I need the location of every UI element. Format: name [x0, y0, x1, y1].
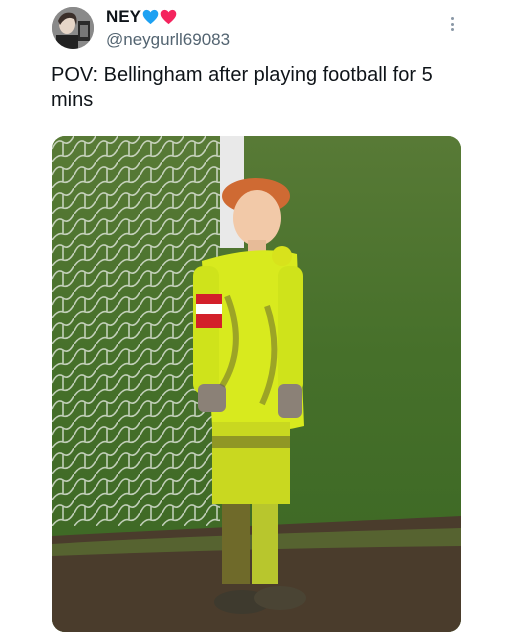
- blue-heart-icon: [142, 9, 159, 25]
- more-icon[interactable]: [446, 14, 458, 34]
- display-name-row: NEY: [106, 8, 177, 26]
- user-handle[interactable]: @neygurll69083: [106, 31, 230, 49]
- tweet-photo[interactable]: [52, 136, 461, 632]
- red-heart-icon: [160, 9, 177, 25]
- display-name[interactable]: NEY: [106, 8, 141, 26]
- tweet-text: POV: Bellingham after playing football f…: [51, 64, 433, 111]
- avatar[interactable]: [52, 7, 94, 49]
